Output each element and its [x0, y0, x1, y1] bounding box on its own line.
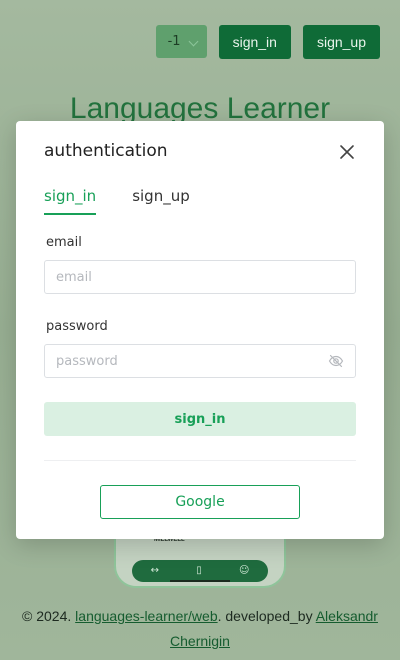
- modal-title: authentication: [44, 141, 168, 161]
- chevron-down-icon: [188, 36, 199, 47]
- divider: [44, 460, 356, 461]
- email-label: email: [46, 235, 82, 250]
- password-input[interactable]: [56, 353, 328, 369]
- dumbbell-icon: ↔: [150, 565, 159, 576]
- eye-off-icon[interactable]: [328, 353, 344, 369]
- password-field[interactable]: [44, 344, 356, 378]
- footer-middle: . developed_by: [217, 608, 316, 624]
- close-button[interactable]: [336, 141, 358, 163]
- tab-sign-up[interactable]: sign_up: [132, 187, 190, 215]
- header-sign-up-button[interactable]: sign_up: [302, 25, 380, 59]
- sign-in-submit-button[interactable]: sign_in: [44, 402, 356, 436]
- phone-home-indicator: [170, 580, 230, 582]
- google-sign-in-button[interactable]: Google: [100, 485, 300, 519]
- language-select[interactable]: -1: [155, 25, 207, 58]
- header-sign-in-button[interactable]: sign_in: [218, 25, 291, 59]
- auth-tabs: sign_in sign_up: [44, 187, 190, 215]
- language-select-value: -1: [167, 34, 181, 49]
- email-field[interactable]: [44, 260, 356, 294]
- close-icon: [340, 145, 354, 159]
- footer-repo-link[interactable]: languages-learner/web: [75, 608, 217, 624]
- user-icon: ☺: [238, 565, 250, 576]
- footer-prefix: © 2024.: [22, 608, 76, 624]
- phone-nav-bar: ↔ ▯ ☺: [132, 560, 268, 582]
- book-icon: ▯: [196, 565, 202, 576]
- footer: © 2024. languages-learner/web. developed…: [14, 604, 386, 654]
- top-bar: -1 sign_in sign_up: [155, 25, 380, 59]
- tab-sign-in[interactable]: sign_in: [44, 187, 97, 215]
- email-input[interactable]: [56, 269, 344, 285]
- password-label: password: [46, 319, 108, 334]
- auth-modal: authentication sign_in sign_up email pas…: [16, 121, 384, 539]
